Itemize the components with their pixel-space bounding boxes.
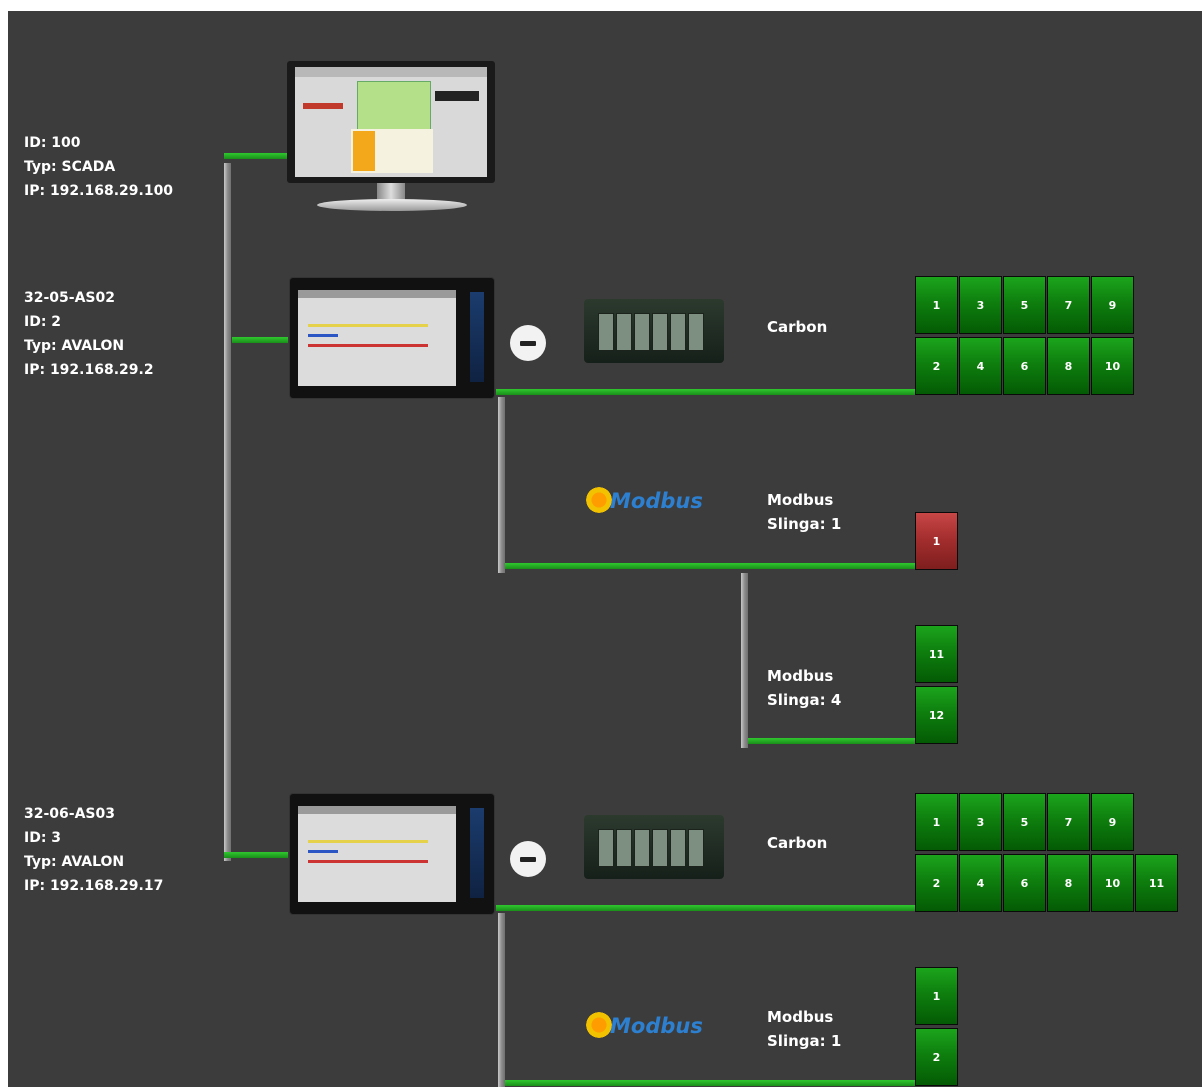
modbus-bus-label-2a: Modbus Slinga: 1 (767, 1008, 842, 1050)
avalon-panel-as02[interactable] (289, 277, 495, 399)
carbon-bus-label-2: Carbon (767, 834, 828, 852)
avalon-side-buttons (470, 808, 484, 898)
modbus1a-module-error[interactable]: 1 (915, 512, 958, 570)
modbus-logo: Modbus (584, 1008, 724, 1046)
modbus-bus-line-1a (505, 563, 916, 569)
avalon-panel-as03[interactable] (289, 793, 495, 915)
network-topology-canvas: ID: 100 Typ: SCADA IP: 192.168.29.100 32-0… (8, 11, 1202, 1087)
main-trunk-line (224, 163, 231, 861)
modbus2a-module[interactable]: 1 (915, 967, 958, 1025)
carbon2-module[interactable]: 8 (1047, 854, 1090, 912)
monitor-screen (287, 61, 495, 183)
as02-link (232, 337, 288, 343)
as03-info: 32-06-AS03 ID: 3 Typ: AVALON IP: 192.168.29… (24, 806, 164, 894)
modbus1b-module[interactable]: 11 (915, 625, 958, 683)
carbon-device-icon (584, 815, 724, 879)
carbon2-module[interactable]: 5 (1003, 793, 1046, 851)
scada-monitor[interactable] (287, 61, 497, 216)
scada-link (224, 153, 288, 159)
carbon2-module[interactable]: 4 (959, 854, 1002, 912)
carbon1-module[interactable]: 6 (1003, 337, 1046, 395)
as03-branch-line (498, 913, 505, 1087)
carbon2-module[interactable]: 10 (1091, 854, 1134, 912)
as02-info: 32-05-AS02 ID: 2 Typ: AVALON IP: 192.168.29… (24, 290, 154, 378)
modbus-sub-branch-line (741, 573, 748, 748)
carbon1-module[interactable]: 10 (1091, 337, 1134, 395)
carbon2-module[interactable]: 2 (915, 854, 958, 912)
carbon-bus-line-1 (496, 389, 916, 395)
modbus-bus-line-1b (748, 738, 916, 744)
carbon1-module[interactable]: 9 (1091, 276, 1134, 334)
scada-info: ID: 100 Typ: SCADA IP: 192.168.29.100 (24, 135, 174, 199)
carbon1-module[interactable]: 2 (915, 337, 958, 395)
carbon2-module[interactable]: 7 (1047, 793, 1090, 851)
avalon-screen-icon (298, 290, 456, 386)
carbon2-module[interactable]: 3 (959, 793, 1002, 851)
avalon-screen-icon (298, 806, 456, 902)
modbus-bus-label-1a: Modbus Slinga: 1 (767, 491, 842, 533)
carbon1-module[interactable]: 5 (1003, 276, 1046, 334)
as02-branch-line (498, 397, 505, 573)
modbus-bus-line-2a (505, 1080, 916, 1086)
carbon2-module[interactable]: 6 (1003, 854, 1046, 912)
collapse-as03-button[interactable] (510, 841, 546, 877)
carbon1-module[interactable]: 1 (915, 276, 958, 334)
modbus1b-module[interactable]: 12 (915, 686, 958, 744)
carbon1-module[interactable]: 4 (959, 337, 1002, 395)
monitor-base (317, 199, 467, 211)
modbus-bus-label-1b: Modbus Slinga: 4 (767, 667, 842, 709)
modbus2a-module[interactable]: 2 (915, 1028, 958, 1086)
carbon2-module[interactable]: 11 (1135, 854, 1178, 912)
carbon-bus-label-1: Carbon (767, 318, 828, 336)
carbon-bus-line-2 (496, 905, 916, 911)
carbon1-module[interactable]: 7 (1047, 276, 1090, 334)
carbon1-module[interactable]: 3 (959, 276, 1002, 334)
carbon-device-icon (584, 299, 724, 363)
carbon2-module[interactable]: 1 (915, 793, 958, 851)
scada-display-icon (295, 67, 487, 177)
as03-link (224, 852, 288, 858)
carbon2-module[interactable]: 9 (1091, 793, 1134, 851)
modbus-logo: Modbus (584, 483, 724, 521)
avalon-side-buttons (470, 292, 484, 382)
collapse-as02-button[interactable] (510, 325, 546, 361)
carbon1-module[interactable]: 8 (1047, 337, 1090, 395)
